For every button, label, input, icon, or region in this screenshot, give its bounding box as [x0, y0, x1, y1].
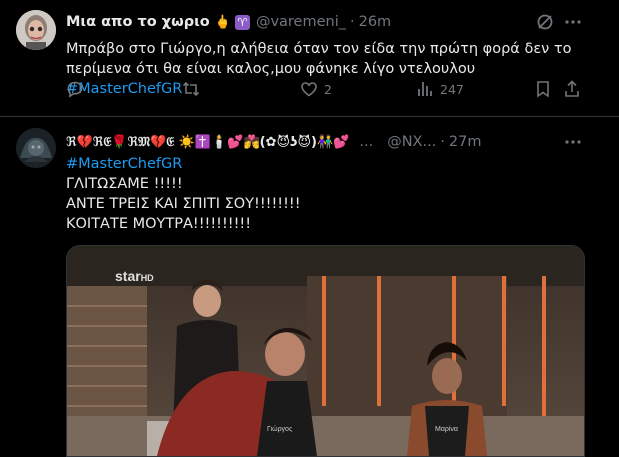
- tweet-text-line: ΑΝΤΕ ΤΡΕΙΣ ΚΑΙ ΣΠΙΤΙ ΣΟΥ!!!!!!!!: [66, 196, 301, 212]
- tweet-2[interactable]: ℜ💔ℜ𝔈🌹ℜ𝔐💔𝔈 ☀️✝️🕯️💕💏(✿😈ʖ😈)👫💕 ... @NX... · …: [0, 117, 619, 457]
- apron-label: Μαρίνα: [435, 425, 458, 433]
- tweet-media[interactable]: Γιώργος Μαρίνα starHD: [66, 245, 585, 457]
- zodiac-badge: ♈: [234, 14, 250, 30]
- separator: ·: [440, 134, 445, 150]
- views-icon: [416, 80, 434, 98]
- timestamp[interactable]: 26m: [359, 14, 392, 30]
- more-icon[interactable]: [564, 13, 582, 35]
- tweet-text-segment: περίμενα ότι θα είναι καλος,μου φάνηκε λ…: [66, 61, 476, 77]
- avatar[interactable]: [16, 128, 56, 168]
- apron-label: Γιώργος: [267, 425, 293, 433]
- reply-button[interactable]: [66, 80, 84, 98]
- bookmark-icon: [534, 80, 552, 98]
- channel-logo-main: star: [115, 268, 141, 284]
- separator: ·: [349, 14, 355, 30]
- more-name-dots: ...: [359, 134, 374, 150]
- timestamp[interactable]: 27m: [449, 134, 482, 150]
- tweet-header: ℜ💔ℜ𝔈🌹ℜ𝔐💔𝔈 ☀️✝️🕯️💕💏(✿😈ʖ😈)👫💕 ... @NX... · …: [66, 132, 482, 152]
- views-button[interactable]: 247: [416, 80, 464, 98]
- tweet-text-line: ΓΛΙΤΩΣΑΜΕ !!!!!: [66, 176, 183, 192]
- like-count: 2: [324, 81, 332, 97]
- reply-icon: [66, 80, 84, 98]
- handle[interactable]: @varemeni_: [256, 14, 346, 30]
- tweet-text: #MasterChefGR ΓΛΙΤΩΣΑΜΕ !!!!! ΑΝΤΕ ΤΡΕΙΣ…: [66, 154, 596, 234]
- more-icon[interactable]: [564, 133, 582, 155]
- action-bar: 2 247: [66, 80, 586, 100]
- tweet-1[interactable]: Μια απο το χωριο 🖕 ♈ @varemeni_ · 26m Μπ…: [0, 0, 619, 117]
- avatar[interactable]: [16, 10, 56, 50]
- retweet-icon: [182, 80, 200, 98]
- bookmark-button[interactable]: [534, 80, 552, 98]
- name-emoji: 🖕: [214, 14, 231, 30]
- share-icon: [563, 80, 581, 98]
- retweet-button[interactable]: [182, 80, 200, 98]
- display-name[interactable]: ℜ💔ℜ𝔈🌹ℜ𝔐💔𝔈 ☀️✝️🕯️💕💏(✿😈ʖ😈)👫💕: [66, 135, 349, 150]
- like-icon: [300, 80, 318, 98]
- grok-icon[interactable]: [536, 13, 554, 35]
- display-name[interactable]: Μια απο το χωριο: [66, 14, 210, 30]
- like-button[interactable]: 2: [300, 80, 332, 98]
- share-button[interactable]: [563, 80, 581, 98]
- tweet-header: Μια απο το χωριο 🖕 ♈ @varemeni_ · 26m: [66, 12, 391, 32]
- hashtag-link[interactable]: #MasterChefGR: [66, 154, 596, 174]
- tv-still-image: Γιώργος Μαρίνα starHD: [67, 246, 584, 456]
- handle[interactable]: @NX...: [387, 134, 436, 150]
- tweet-text-line: Μπράβο στο Γιώργο,η αλήθεια όταν τον είδ…: [66, 41, 572, 57]
- tweet-text-line: ΚΟΙΤΑΤΕ ΜΟΥΤΡΑ!!!!!!!!!!: [66, 216, 252, 232]
- views-count: 247: [440, 81, 464, 97]
- channel-logo-suffix: HD: [141, 273, 154, 283]
